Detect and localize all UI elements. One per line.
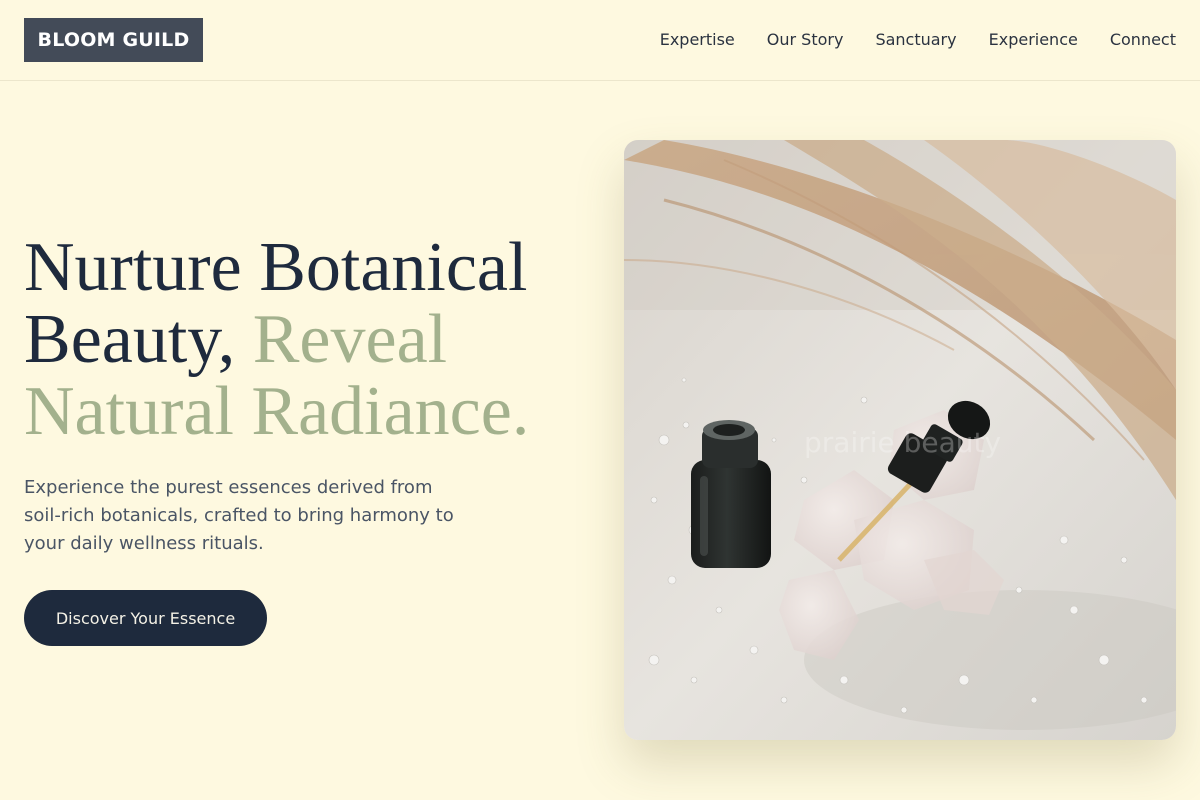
image-watermark: prairie beauty [804, 426, 1002, 459]
nav-link-sanctuary[interactable]: Sanctuary [875, 30, 956, 49]
nav-link-expertise[interactable]: Expertise [660, 30, 735, 49]
nav-link-our-story[interactable]: Our Story [767, 30, 844, 49]
brand-logo-text: BLOOM GUILD [37, 29, 190, 51]
main-nav: Expertise Our Story Sanctuary Experience… [660, 28, 1176, 50]
nav-link-experience[interactable]: Experience [989, 30, 1078, 49]
nav-link-connect[interactable]: Connect [1110, 30, 1176, 49]
discover-essence-button[interactable]: Discover Your Essence [24, 590, 267, 646]
brand-logo[interactable]: BLOOM GUILD [24, 18, 203, 62]
hero-description: Experience the purest essences derived f… [24, 477, 454, 554]
hero-headline: Nurture Botanical Beauty, Reveal Natural… [24, 232, 584, 448]
site-header: BLOOM GUILD Expertise Our Story Sanctuar… [0, 0, 1200, 81]
hero-product-image: prairie beauty [624, 140, 1176, 740]
